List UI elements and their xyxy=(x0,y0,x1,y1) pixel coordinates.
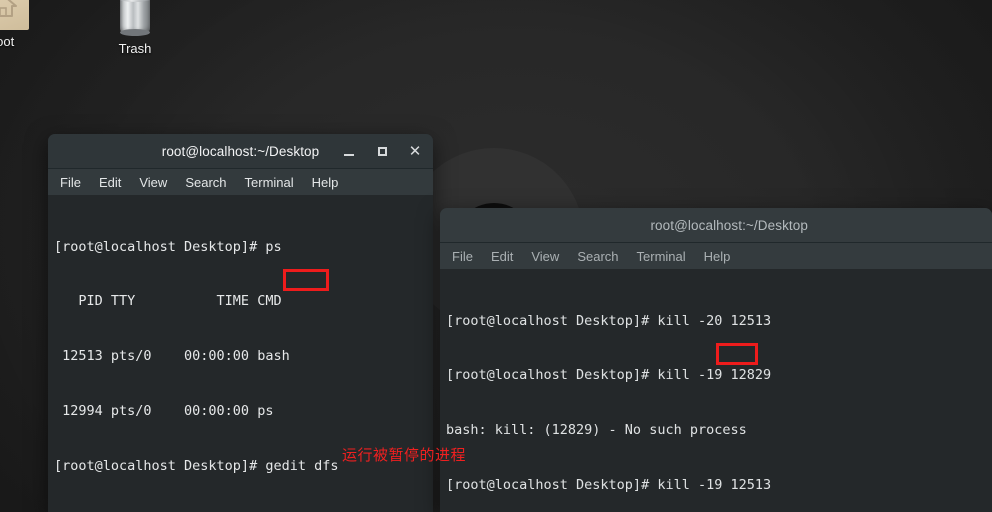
trash-can-base xyxy=(120,29,150,36)
menu-item-file[interactable]: File xyxy=(452,249,473,264)
home-folder-icon xyxy=(0,0,29,30)
terminal-line: [root@localhost Desktop]# ps xyxy=(54,238,282,255)
terminal-line: [root@localhost Desktop]# kill -19 12829 xyxy=(446,367,772,384)
window-1-title: root@localhost:~/Desktop xyxy=(161,143,320,159)
terminal-line: [root@localhost Desktop]# kill -20 12513 xyxy=(446,312,772,329)
house-glyph xyxy=(0,0,17,18)
menu-item-file[interactable]: File xyxy=(60,175,81,190)
menu-item-terminal[interactable]: Terminal xyxy=(637,249,686,264)
maximize-icon[interactable] xyxy=(374,143,390,159)
terminal-line: bash: kill: (12829) - No such process xyxy=(446,422,747,439)
menu-item-help[interactable]: Help xyxy=(704,249,731,264)
window-1-controls: ✕ xyxy=(341,134,423,168)
close-icon[interactable]: ✕ xyxy=(407,143,423,159)
desktop-icon-root-label: root xyxy=(0,34,15,49)
window-2-title: root@localhost:~/Desktop xyxy=(650,217,808,233)
window-2-titlebar[interactable]: root@localhost:~/Desktop xyxy=(440,208,992,243)
desktop-icon-trash[interactable]: Trash xyxy=(90,0,180,56)
desktop-icon-trash-label: Trash xyxy=(118,41,152,56)
desktop-icon-root[interactable]: root xyxy=(0,0,48,49)
window-2-terminal-output[interactable]: [root@localhost Desktop]# kill -20 12513… xyxy=(440,269,992,512)
window-2-menubar: File Edit View Search Terminal Help xyxy=(440,243,992,269)
window-1-menubar: File Edit View Search Terminal Help xyxy=(48,169,433,195)
menu-item-terminal[interactable]: Terminal xyxy=(245,175,294,190)
annotation-caption: 运行被暂停的进程 xyxy=(342,446,467,464)
terminal-line: 12994 pts/0 00:00:00 ps xyxy=(54,403,274,420)
menu-item-edit[interactable]: Edit xyxy=(491,249,513,264)
window-1-titlebar[interactable]: root@localhost:~/Desktop ✕ xyxy=(48,134,433,169)
menu-item-help[interactable]: Help xyxy=(312,175,339,190)
menu-item-search[interactable]: Search xyxy=(577,249,618,264)
terminal-line: [root@localhost Desktop]# kill -19 12513 xyxy=(446,477,772,494)
terminal-line: PID TTY TIME CMD xyxy=(54,293,282,310)
desktop-screen: root Trash root@localhost:~/Desktop ✕ Fi… xyxy=(0,0,992,512)
trash-can-icon xyxy=(112,0,158,38)
menu-item-search[interactable]: Search xyxy=(185,175,226,190)
menu-item-view[interactable]: View xyxy=(531,249,559,264)
minimize-icon[interactable] xyxy=(341,143,357,159)
terminal-window-2[interactable]: root@localhost:~/Desktop File Edit View … xyxy=(440,208,992,512)
terminal-line: 12513 pts/0 00:00:00 bash xyxy=(54,348,290,365)
menu-item-view[interactable]: View xyxy=(139,175,167,190)
menu-item-edit[interactable]: Edit xyxy=(99,175,121,190)
